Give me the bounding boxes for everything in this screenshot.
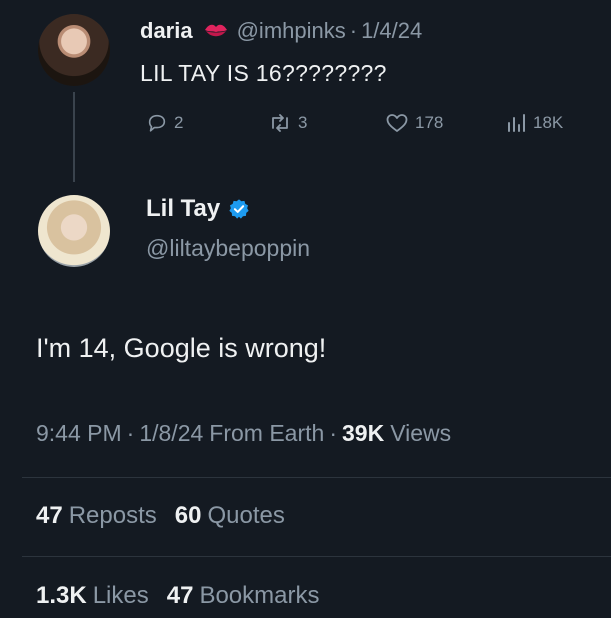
post-meta-separator-2: · bbox=[329, 420, 337, 446]
post-display-name[interactable]: Lil Tay bbox=[146, 195, 220, 223]
reply-reposts-count: 3 bbox=[298, 113, 308, 132]
reply-likes-count: 178 bbox=[415, 113, 444, 132]
reply-header: daria @imhpinks · 1/4/24 bbox=[140, 18, 422, 44]
post-stats-reposts-quotes: 47 Reposts 60 Quotes bbox=[36, 502, 285, 530]
reposts-count: 47 bbox=[36, 502, 63, 529]
quotes-stat[interactable]: 60 Quotes bbox=[175, 502, 285, 530]
views-icon bbox=[508, 114, 525, 132]
reposts-label: Reposts bbox=[68, 502, 157, 529]
post-handle[interactable]: @liltaybepoppin bbox=[146, 235, 310, 262]
thread-line bbox=[73, 92, 75, 182]
likes-label: Likes bbox=[92, 582, 149, 609]
reply-likes-button[interactable]: 178 bbox=[385, 112, 443, 134]
quotes-label: Quotes bbox=[207, 502, 285, 529]
reply-reposts-button[interactable]: 3 bbox=[268, 112, 307, 134]
post-header: Lil Tay bbox=[146, 195, 250, 223]
reply-text: LIL TAY IS 16???????? bbox=[140, 60, 387, 86]
avatar-liltay[interactable] bbox=[38, 195, 110, 267]
reply-date[interactable]: 1/4/24 bbox=[361, 18, 422, 44]
post-time[interactable]: 9:44 PM bbox=[36, 420, 122, 447]
heart-icon bbox=[386, 114, 408, 132]
reply-handle[interactable]: @imhpinks bbox=[237, 18, 346, 44]
reply-display-name[interactable]: daria bbox=[140, 18, 193, 44]
post-views-count: 39K bbox=[341, 420, 385, 446]
post-date[interactable]: 1/8/24 bbox=[139, 420, 203, 447]
quotes-count: 60 bbox=[174, 502, 202, 529]
reply-separator: · bbox=[349, 18, 358, 43]
post-meta-separator-1: · bbox=[126, 420, 135, 446]
divider-2 bbox=[22, 556, 611, 557]
reply-replies-count: 2 bbox=[174, 113, 184, 132]
post-views-label: Views bbox=[390, 420, 452, 446]
post-source: From Earth bbox=[209, 420, 325, 446]
post-meta: 9:44 PM · 1/8/24 From Earth · 39K Views bbox=[36, 420, 451, 447]
reply-views-button[interactable]: 18K bbox=[505, 112, 563, 134]
bookmarks-stat[interactable]: 47 Bookmarks bbox=[167, 582, 320, 610]
post-stats-likes-bookmarks: 1.3K Likes 47 Bookmarks bbox=[36, 582, 319, 610]
repost-icon bbox=[272, 114, 288, 132]
reply-views-count: 18K bbox=[533, 113, 564, 132]
kiss-mark-icon bbox=[203, 20, 229, 42]
reposts-stat[interactable]: 47 Reposts bbox=[36, 502, 157, 530]
reply-replies-button[interactable]: 2 bbox=[146, 112, 183, 134]
post-text: I'm 14, Google is wrong! bbox=[36, 333, 327, 363]
bookmarks-count: 47 bbox=[166, 582, 194, 609]
likes-count: 1.3K bbox=[36, 582, 87, 609]
bookmarks-label: Bookmarks bbox=[199, 582, 320, 609]
verified-badge-icon bbox=[228, 198, 250, 220]
divider-1 bbox=[22, 477, 611, 478]
reply-icon bbox=[148, 114, 166, 132]
likes-stat[interactable]: 1.3K Likes bbox=[36, 582, 149, 610]
avatar-daria[interactable] bbox=[38, 14, 110, 86]
